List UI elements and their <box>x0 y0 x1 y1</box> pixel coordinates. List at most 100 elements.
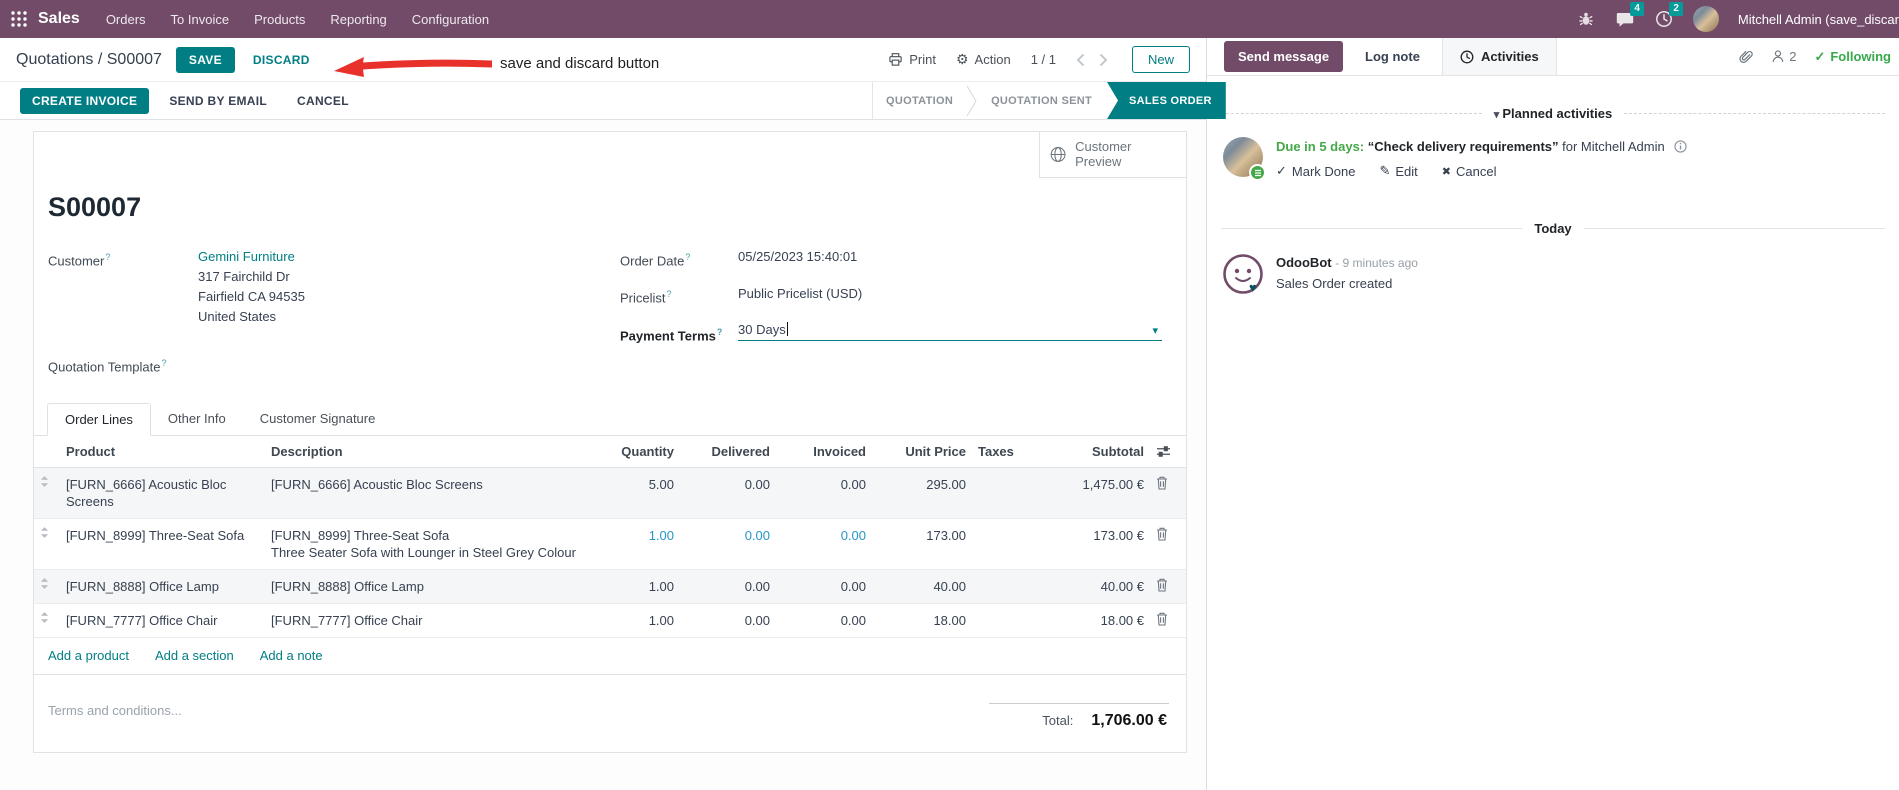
cell-taxes[interactable] <box>972 467 1030 520</box>
help-marker[interactable]: ? <box>105 252 110 262</box>
cell-invoiced[interactable]: 0.00 <box>776 467 872 520</box>
tab-order-lines[interactable]: Order Lines <box>47 403 151 437</box>
add-a-section-link[interactable]: Add a section <box>155 648 234 663</box>
cell-description[interactable]: [FURN_6666] Acoustic Bloc Screens <box>265 467 596 520</box>
help-marker[interactable]: ? <box>717 327 723 337</box>
cell-taxes[interactable] <box>972 603 1030 639</box>
debug-bug-icon[interactable] <box>1576 9 1596 29</box>
cancel-button[interactable]: CANCEL <box>287 88 359 114</box>
delete-line-button[interactable] <box>1150 467 1186 520</box>
send-message-button[interactable]: Send message <box>1224 41 1344 72</box>
drag-handle[interactable] <box>34 603 60 639</box>
menu-configuration[interactable]: Configuration <box>412 8 489 31</box>
create-invoice-button[interactable]: CREATE INVOICE <box>20 87 150 114</box>
stage-quotation-sent[interactable]: QUOTATION SENT <box>978 82 1105 119</box>
order-line-row[interactable]: [FURN_7777] Office Chair [FURN_7777] Off… <box>34 603 1186 639</box>
col-description[interactable]: Description <box>265 436 596 469</box>
cell-unit-price[interactable]: 173.00 <box>872 518 972 571</box>
col-product[interactable]: Product <box>60 436 265 469</box>
breadcrumb-quotations[interactable]: Quotations <box>16 51 93 68</box>
help-marker[interactable]: ? <box>685 252 690 262</box>
followers-button[interactable]: 2 <box>1771 49 1796 64</box>
log-note-button[interactable]: Log note <box>1353 38 1432 75</box>
following-button[interactable]: Following <box>1814 49 1891 65</box>
action-menu[interactable]: Action <box>956 52 1011 67</box>
user-menu[interactable]: Mitchell Admin (save_discar <box>1738 12 1899 27</box>
add-a-note-link[interactable]: Add a note <box>260 648 323 663</box>
cell-description[interactable]: [FURN_7777] Office Chair <box>265 603 596 639</box>
cell-quantity[interactable]: 1.00 <box>596 569 680 605</box>
cell-product[interactable]: [FURN_6666] Acoustic Bloc Screens <box>60 467 265 520</box>
order-line-row[interactable]: [FURN_6666] Acoustic Bloc Screens [FURN_… <box>34 467 1186 520</box>
activities-tab[interactable]: Activities <box>1441 38 1557 75</box>
stage-sales-order[interactable]: SALES ORDER <box>1107 82 1226 119</box>
payment-terms-input[interactable]: 30 Days <box>738 322 1162 341</box>
col-subtotal[interactable]: Subtotal <box>1030 436 1150 469</box>
cell-unit-price[interactable]: 18.00 <box>872 603 972 639</box>
cell-taxes[interactable] <box>972 518 1030 571</box>
order-line-row[interactable]: [FURN_8888] Office Lamp [FURN_8888] Offi… <box>34 569 1186 605</box>
menu-to-invoice[interactable]: To Invoice <box>171 8 230 31</box>
cell-description[interactable]: [FURN_8999] Three-Seat Sofa Three Seater… <box>265 518 596 571</box>
cell-product[interactable]: [FURN_8888] Office Lamp <box>60 569 265 605</box>
mark-done-button[interactable]: Mark Done <box>1276 163 1356 179</box>
cell-product[interactable]: [FURN_7777] Office Chair <box>60 603 265 639</box>
cell-quantity[interactable]: 1.00 <box>596 603 680 639</box>
user-avatar[interactable] <box>1692 6 1719 32</box>
send-by-email-button[interactable]: SEND BY EMAIL <box>159 88 277 114</box>
edit-activity-button[interactable]: Edit <box>1379 163 1417 179</box>
info-icon[interactable] <box>1674 140 1687 153</box>
optional-columns-icon[interactable] <box>1156 445 1171 458</box>
cell-description[interactable]: [FURN_8888] Office Lamp <box>265 569 596 605</box>
cell-invoiced[interactable]: 0.00 <box>776 603 872 639</box>
cell-unit-price[interactable]: 40.00 <box>872 569 972 605</box>
drag-handle[interactable] <box>34 467 60 520</box>
cell-delivered[interactable]: 0.00 <box>680 603 776 639</box>
dropdown-caret-icon[interactable] <box>1152 322 1158 337</box>
col-taxes[interactable]: Taxes <box>972 436 1030 469</box>
tab-customer-signature[interactable]: Customer Signature <box>243 403 393 435</box>
add-a-product-link[interactable]: Add a product <box>48 648 129 663</box>
cell-invoiced[interactable]: 0.00 <box>776 518 872 571</box>
cell-delivered[interactable]: 0.00 <box>680 467 776 520</box>
delete-line-button[interactable] <box>1150 569 1186 605</box>
menu-products[interactable]: Products <box>254 8 305 31</box>
drag-handle[interactable] <box>34 518 60 571</box>
pricelist-field[interactable]: Public Pricelist (USD) <box>738 284 862 304</box>
new-button[interactable]: New <box>1131 46 1190 73</box>
stage-quotation[interactable]: QUOTATION <box>873 82 966 119</box>
help-marker[interactable]: ? <box>162 358 167 368</box>
cell-invoiced[interactable]: 0.00 <box>776 569 872 605</box>
discard-button[interactable]: DISCARD <box>253 53 310 67</box>
delete-line-button[interactable] <box>1150 518 1186 571</box>
customer-link[interactable]: Gemini Furniture <box>198 247 305 267</box>
app-name[interactable]: Sales <box>38 10 80 28</box>
tab-other-info[interactable]: Other Info <box>151 403 243 435</box>
col-invoiced[interactable]: Invoiced <box>776 436 872 469</box>
cell-quantity[interactable]: 5.00 <box>596 467 680 520</box>
terms-and-conditions-placeholder[interactable]: Terms and conditions... <box>48 703 182 718</box>
col-quantity[interactable]: Quantity <box>596 436 680 469</box>
pager-previous-icon[interactable] <box>1076 53 1085 67</box>
col-delivered[interactable]: Delivered <box>680 436 776 469</box>
cancel-activity-button[interactable]: Cancel <box>1442 163 1496 179</box>
help-marker[interactable]: ? <box>667 289 672 299</box>
cell-taxes[interactable] <box>972 569 1030 605</box>
pager-next-icon[interactable] <box>1099 53 1108 67</box>
cell-product[interactable]: [FURN_8999] Three-Seat Sofa <box>60 518 265 571</box>
order-date-field[interactable]: 05/25/2023 15:40:01 <box>738 247 857 267</box>
print-menu[interactable]: Print <box>888 52 936 67</box>
messages-icon[interactable]: 4 <box>1615 2 1644 29</box>
activities-clock-icon[interactable]: 2 <box>1654 2 1683 29</box>
delete-line-button[interactable] <box>1150 603 1186 639</box>
col-unit-price[interactable]: Unit Price <box>872 436 972 469</box>
menu-reporting[interactable]: Reporting <box>330 8 386 31</box>
attach-files-button[interactable] <box>1738 49 1753 65</box>
cell-unit-price[interactable]: 295.00 <box>872 467 972 520</box>
cell-delivered[interactable]: 0.00 <box>680 518 776 571</box>
order-line-row[interactable]: [FURN_8999] Three-Seat Sofa [FURN_8999] … <box>34 518 1186 571</box>
planned-activities-toggle[interactable]: Planned activities <box>1494 106 1612 121</box>
drag-handle[interactable] <box>34 569 60 605</box>
save-button[interactable]: SAVE <box>175 46 235 73</box>
menu-orders[interactable]: Orders <box>106 8 146 31</box>
